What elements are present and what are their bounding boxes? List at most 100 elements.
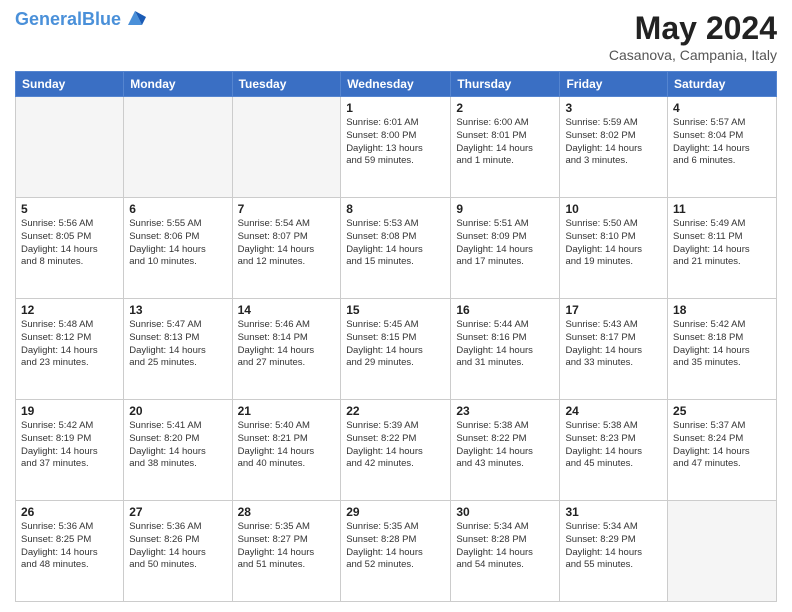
calendar-cell: 25 Sunrise: 5:37 AM Sunset: 8:24 PM Dayli… [668, 400, 777, 501]
calendar-cell: 26Sunrise: 5:36 AM Sunset: 8:25 PM Dayli… [16, 501, 124, 602]
location: Casanova, Campania, Italy [609, 47, 777, 63]
calendar-cell: 19Sunrise: 5:42 AM Sunset: 8:19 PM Dayli… [16, 400, 124, 501]
calendar-cell: 14 Sunrise: 5:46 AM Sunset: 8:14 PM Dayli… [232, 299, 341, 400]
logo-general: General [15, 9, 82, 29]
calendar-week-4: 19Sunrise: 5:42 AM Sunset: 8:19 PM Dayli… [16, 400, 777, 501]
day-number: 5 [21, 202, 118, 216]
calendar-cell: 4 Sunrise: 5:57 AM Sunset: 8:04 PM Daylig… [668, 97, 777, 198]
day-header-thursday: Thursday [451, 72, 560, 97]
day-number: 31 [565, 505, 662, 519]
day-number: 1 [346, 101, 445, 115]
month-title: May 2024 [609, 10, 777, 47]
day-header-sunday: Sunday [16, 72, 124, 97]
calendar-cell: 2 Sunrise: 6:00 AM Sunset: 8:01 PM Daylig… [451, 97, 560, 198]
day-info: Sunrise: 6:00 AM Sunset: 8:01 PM Dayligh… [456, 117, 554, 168]
calendar-cell: 16 Sunrise: 5:44 AM Sunset: 8:16 PM Dayli… [451, 299, 560, 400]
calendar-week-1: 1 Sunrise: 6:01 AM Sunset: 8:00 PM Daylig… [16, 97, 777, 198]
day-info: Sunrise: 5:36 AM Sunset: 8:26 PM Dayligh… [129, 521, 226, 572]
calendar-cell: 1 Sunrise: 6:01 AM Sunset: 8:00 PM Daylig… [341, 97, 451, 198]
day-number: 16 [456, 303, 554, 317]
day-header-saturday: Saturday [668, 72, 777, 97]
day-info: Sunrise: 5:49 AM Sunset: 8:11 PM Dayligh… [673, 218, 771, 269]
day-number: 24 [565, 404, 662, 418]
calendar-cell: 18Sunrise: 5:42 AM Sunset: 8:18 PM Dayli… [668, 299, 777, 400]
day-info: Sunrise: 5:34 AM Sunset: 8:28 PM Dayligh… [456, 521, 554, 572]
day-header-wednesday: Wednesday [341, 72, 451, 97]
day-number: 25 [673, 404, 771, 418]
day-number: 21 [238, 404, 336, 418]
day-info: Sunrise: 5:38 AM Sunset: 8:23 PM Dayligh… [565, 420, 662, 471]
day-header-friday: Friday [560, 72, 668, 97]
day-number: 29 [346, 505, 445, 519]
day-number: 28 [238, 505, 336, 519]
day-header-tuesday: Tuesday [232, 72, 341, 97]
day-number: 27 [129, 505, 226, 519]
calendar-cell: 7 Sunrise: 5:54 AM Sunset: 8:07 PM Daylig… [232, 198, 341, 299]
day-number: 17 [565, 303, 662, 317]
day-number: 8 [346, 202, 445, 216]
day-info: Sunrise: 5:47 AM Sunset: 8:13 PM Dayligh… [129, 319, 226, 370]
calendar-cell: 30 Sunrise: 5:34 AM Sunset: 8:28 PM Dayli… [451, 501, 560, 602]
day-info: Sunrise: 5:46 AM Sunset: 8:14 PM Dayligh… [238, 319, 336, 370]
day-number: 30 [456, 505, 554, 519]
day-info: Sunrise: 6:01 AM Sunset: 8:00 PM Dayligh… [346, 117, 445, 168]
calendar-cell: 29 Sunrise: 5:35 AM Sunset: 8:28 PM Dayli… [341, 501, 451, 602]
day-number: 19 [21, 404, 118, 418]
day-info: Sunrise: 5:40 AM Sunset: 8:21 PM Dayligh… [238, 420, 336, 471]
day-number: 14 [238, 303, 336, 317]
calendar-week-3: 12 Sunrise: 5:48 AM Sunset: 8:12 PM Dayli… [16, 299, 777, 400]
day-info: Sunrise: 5:36 AM Sunset: 8:25 PM Dayligh… [21, 521, 118, 572]
day-number: 6 [129, 202, 226, 216]
calendar-cell [668, 501, 777, 602]
calendar-week-5: 26Sunrise: 5:36 AM Sunset: 8:25 PM Dayli… [16, 501, 777, 602]
day-info: Sunrise: 5:51 AM Sunset: 8:09 PM Dayligh… [456, 218, 554, 269]
day-info: Sunrise: 5:34 AM Sunset: 8:29 PM Dayligh… [565, 521, 662, 572]
day-number: 12 [21, 303, 118, 317]
day-number: 9 [456, 202, 554, 216]
calendar-week-2: 5Sunrise: 5:56 AM Sunset: 8:05 PM Daylig… [16, 198, 777, 299]
day-number: 20 [129, 404, 226, 418]
calendar-cell [232, 97, 341, 198]
day-info: Sunrise: 5:37 AM Sunset: 8:24 PM Dayligh… [673, 420, 771, 471]
day-info: Sunrise: 5:54 AM Sunset: 8:07 PM Dayligh… [238, 218, 336, 269]
day-info: Sunrise: 5:44 AM Sunset: 8:16 PM Dayligh… [456, 319, 554, 370]
calendar-cell: 31 Sunrise: 5:34 AM Sunset: 8:29 PM Dayli… [560, 501, 668, 602]
calendar-cell: 28Sunrise: 5:35 AM Sunset: 8:27 PM Dayli… [232, 501, 341, 602]
day-number: 11 [673, 202, 771, 216]
day-info: Sunrise: 5:57 AM Sunset: 8:04 PM Dayligh… [673, 117, 771, 168]
calendar-cell: 10Sunrise: 5:50 AM Sunset: 8:10 PM Dayli… [560, 198, 668, 299]
day-info: Sunrise: 5:59 AM Sunset: 8:02 PM Dayligh… [565, 117, 662, 168]
calendar-cell: 12 Sunrise: 5:48 AM Sunset: 8:12 PM Dayli… [16, 299, 124, 400]
day-info: Sunrise: 5:35 AM Sunset: 8:28 PM Dayligh… [346, 521, 445, 572]
calendar-cell: 23 Sunrise: 5:38 AM Sunset: 8:22 PM Dayli… [451, 400, 560, 501]
day-number: 2 [456, 101, 554, 115]
calendar-cell: 24 Sunrise: 5:38 AM Sunset: 8:23 PM Dayli… [560, 400, 668, 501]
day-info: Sunrise: 5:39 AM Sunset: 8:22 PM Dayligh… [346, 420, 445, 471]
day-number: 7 [238, 202, 336, 216]
day-number: 4 [673, 101, 771, 115]
calendar-cell: 17Sunrise: 5:43 AM Sunset: 8:17 PM Dayli… [560, 299, 668, 400]
day-number: 18 [673, 303, 771, 317]
day-info: Sunrise: 5:41 AM Sunset: 8:20 PM Dayligh… [129, 420, 226, 471]
day-info: Sunrise: 5:38 AM Sunset: 8:22 PM Dayligh… [456, 420, 554, 471]
calendar-cell: 11 Sunrise: 5:49 AM Sunset: 8:11 PM Dayli… [668, 198, 777, 299]
day-number: 15 [346, 303, 445, 317]
day-info: Sunrise: 5:48 AM Sunset: 8:12 PM Dayligh… [21, 319, 118, 370]
calendar-cell [16, 97, 124, 198]
page: GeneralBlue May 2024 Casanova, Campania,… [0, 0, 792, 612]
calendar-header-row: SundayMondayTuesdayWednesdayThursdayFrid… [16, 72, 777, 97]
logo-blue: Blue [82, 9, 121, 29]
calendar-cell: 8 Sunrise: 5:53 AM Sunset: 8:08 PM Daylig… [341, 198, 451, 299]
day-number: 13 [129, 303, 226, 317]
calendar-cell: 15 Sunrise: 5:45 AM Sunset: 8:15 PM Dayli… [341, 299, 451, 400]
calendar-cell: 27 Sunrise: 5:36 AM Sunset: 8:26 PM Dayli… [124, 501, 232, 602]
header: GeneralBlue May 2024 Casanova, Campania,… [15, 10, 777, 63]
day-info: Sunrise: 5:53 AM Sunset: 8:08 PM Dayligh… [346, 218, 445, 269]
day-info: Sunrise: 5:55 AM Sunset: 8:06 PM Dayligh… [129, 218, 226, 269]
calendar-table: SundayMondayTuesdayWednesdayThursdayFrid… [15, 71, 777, 602]
day-header-monday: Monday [124, 72, 232, 97]
day-info: Sunrise: 5:45 AM Sunset: 8:15 PM Dayligh… [346, 319, 445, 370]
day-number: 23 [456, 404, 554, 418]
calendar-cell: 5Sunrise: 5:56 AM Sunset: 8:05 PM Daylig… [16, 198, 124, 299]
calendar-cell [124, 97, 232, 198]
